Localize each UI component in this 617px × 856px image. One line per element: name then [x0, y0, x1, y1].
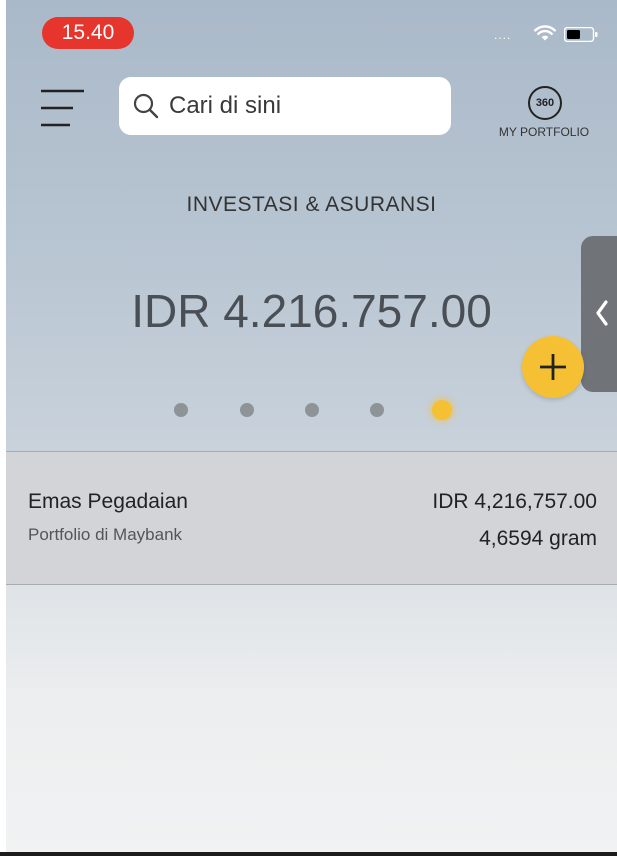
plus-icon	[540, 354, 566, 380]
app-screen: 15.40 .... Cari di sini 360 MY PORTFOLIO…	[6, 0, 617, 852]
search-icon	[133, 93, 159, 119]
portfolio-label: MY PORTFOLIO	[498, 125, 590, 139]
item-quantity: 4,6594 gram	[479, 527, 597, 550]
search-input[interactable]: Cari di sini	[119, 77, 451, 135]
search-placeholder: Cari di sini	[169, 92, 282, 119]
bottom-divider	[0, 852, 617, 856]
menu-icon[interactable]	[40, 88, 86, 128]
portfolio-item-emas[interactable]: Emas Pegadaian Portfolio di Maybank IDR …	[6, 451, 617, 585]
pager-dot-3[interactable]	[305, 403, 319, 417]
add-button[interactable]	[522, 336, 584, 398]
chevron-left-icon	[596, 300, 608, 326]
item-name: Emas Pegadaian	[28, 490, 188, 513]
section-title: INVESTASI & ASURANSI	[186, 193, 437, 216]
wifi-icon	[534, 25, 556, 41]
signal-indicator: ....	[494, 28, 512, 42]
pager-dot-1[interactable]	[174, 403, 188, 417]
item-source: Portfolio di Maybank	[28, 525, 183, 544]
battery-icon	[564, 27, 598, 42]
side-panel-tab[interactable]	[581, 236, 617, 392]
total-balance: IDR 4.216.757.00	[131, 285, 492, 337]
pager-dot-active[interactable]	[432, 400, 452, 420]
item-amount: IDR 4,216,757.00	[432, 490, 597, 513]
pager-dot-2[interactable]	[240, 403, 254, 417]
portfolio-360-icon: 360	[528, 86, 562, 120]
status-time: 15.40	[42, 17, 134, 49]
my-portfolio-button[interactable]: 360 MY PORTFOLIO	[486, 84, 602, 148]
pager-dot-4[interactable]	[370, 403, 384, 417]
